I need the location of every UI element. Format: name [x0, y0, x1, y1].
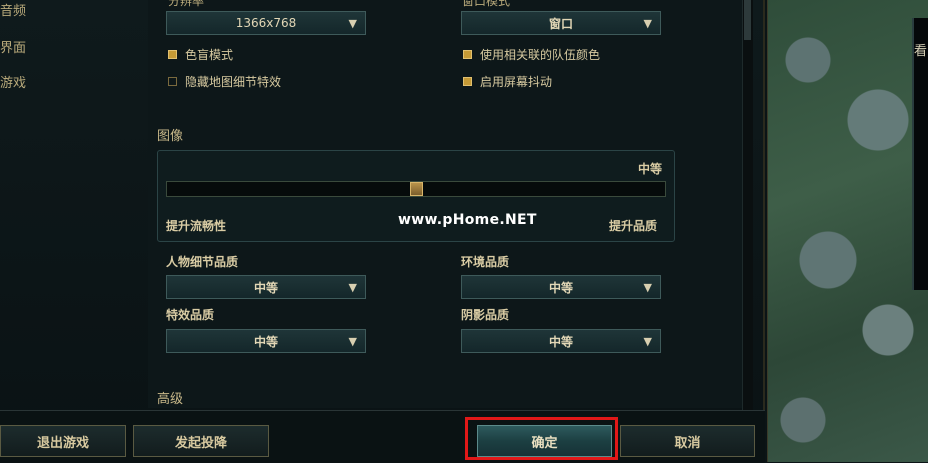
colorblind-checkbox[interactable]: 色盲模式	[168, 46, 233, 63]
character-quality-label: 人物细节品质	[166, 255, 239, 269]
settings-nav: 音频 界面 游戏	[0, 0, 120, 410]
chevron-down-icon: ▼	[643, 17, 652, 30]
checkbox-checked-icon	[168, 50, 177, 59]
surrender-button[interactable]: 发起投降	[133, 425, 269, 457]
confirm-highlight-frame	[465, 417, 618, 460]
scrollbar[interactable]	[742, 0, 753, 410]
shadows-quality-value: 中等	[548, 334, 573, 349]
exit-game-button[interactable]: 退出游戏	[0, 425, 126, 457]
checkbox-unchecked-icon	[168, 77, 177, 86]
nav-item-game[interactable]: 游戏	[0, 72, 26, 91]
hide-eye-candy-label: 隐藏地图细节特效	[185, 75, 282, 89]
settings-panel: 音频 界面 游戏 分辨率 窗口模式 1366x768 ▼ 窗口 ▼ 色盲模式 隐…	[0, 0, 765, 462]
environment-quality-select[interactable]: 中等 ▼	[461, 275, 661, 299]
environment-quality-label: 环境品质	[461, 255, 510, 269]
map-panel-label: 看	[914, 44, 928, 59]
window-mode-value: 窗口	[548, 16, 573, 31]
graphics-section-title: 图像	[157, 129, 184, 144]
watermark: www.pHome.NET	[398, 212, 537, 228]
team-colors-label: 使用相关联的队伍颜色	[480, 48, 601, 62]
chevron-down-icon: ▼	[643, 281, 652, 294]
resolution-select[interactable]: 1366x768 ▼	[166, 11, 366, 35]
team-colors-checkbox[interactable]: 使用相关联的队伍颜色	[463, 46, 600, 63]
effects-quality-value: 中等	[253, 334, 278, 349]
colorblind-label: 色盲模式	[185, 48, 234, 62]
nav-item-audio[interactable]: 音频	[0, 0, 26, 19]
shadows-quality-select[interactable]: 中等 ▼	[461, 329, 661, 353]
chevron-down-icon: ▼	[348, 281, 357, 294]
window-mode-label: 窗口模式	[462, 0, 511, 8]
nav-item-interface[interactable]: 界面	[0, 37, 26, 56]
scrollbar-thumb[interactable]	[744, 0, 751, 40]
smoothness-hint: 提升流畅性	[166, 219, 227, 233]
hide-eye-candy-checkbox[interactable]: 隐藏地图细节特效	[168, 73, 281, 90]
quality-hint: 提升品质	[609, 219, 658, 233]
game-map-background	[767, 0, 928, 462]
environment-quality-value: 中等	[548, 280, 573, 295]
checkbox-checked-icon	[463, 77, 472, 86]
checkbox-checked-icon	[463, 50, 472, 59]
advanced-section-title: 高级	[157, 392, 184, 407]
character-quality-select[interactable]: 中等 ▼	[166, 275, 366, 299]
cancel-button[interactable]: 取消	[620, 425, 755, 457]
graphics-level-label: 中等	[638, 162, 663, 176]
slider-handle[interactable]	[409, 182, 423, 196]
window-mode-select[interactable]: 窗口 ▼	[461, 11, 661, 35]
chevron-down-icon: ▼	[348, 17, 357, 30]
screen-shake-label: 启用屏幕抖动	[480, 75, 553, 89]
resolution-label: 分辨率	[168, 0, 205, 8]
chevron-down-icon: ▼	[643, 335, 652, 348]
character-quality-value: 中等	[253, 280, 278, 295]
shadows-quality-label: 阴影品质	[461, 308, 510, 322]
resolution-value: 1366x768	[235, 16, 297, 30]
screen-shake-checkbox[interactable]: 启用屏幕抖动	[463, 73, 552, 90]
effects-quality-label: 特效品质	[166, 308, 215, 322]
effects-quality-select[interactable]: 中等 ▼	[166, 329, 366, 353]
chevron-down-icon: ▼	[348, 335, 357, 348]
